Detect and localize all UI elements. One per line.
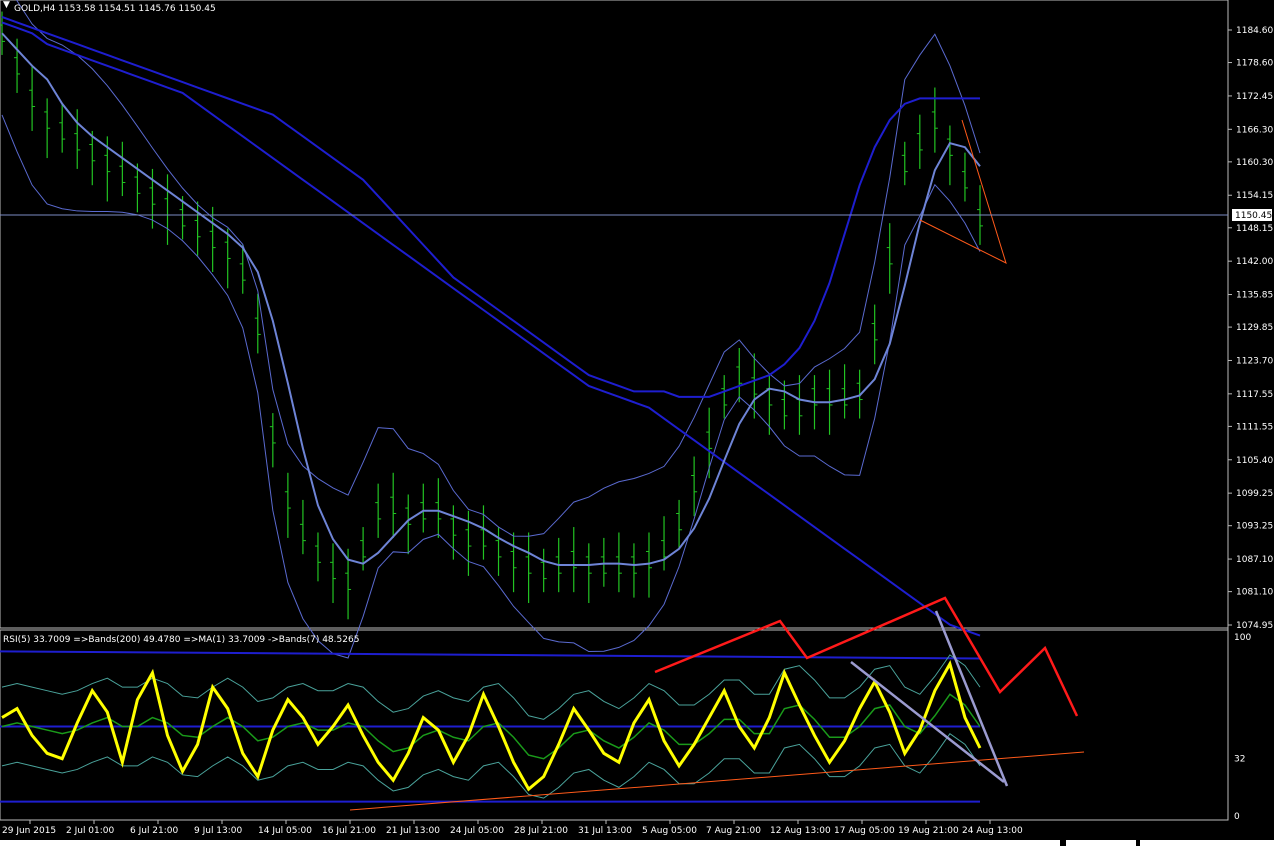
symbol-header: GOLD,H4 1153.58 1154.51 1145.76 1150.45 [14,4,216,14]
rsi-tick-label: 100 [1234,633,1251,643]
triangle-annotation [919,119,1007,264]
price-tick-label: 1105.40 [1236,456,1273,466]
price-tick-label: 1142.00 [1236,257,1273,267]
rsi-header: RSI(5) 33.7009 =>Bands(200) 49.4780 =>MA… [3,635,359,645]
moving-average-line [1,21,981,637]
price-series-layer [0,0,983,659]
time-tick-label: 2 Jul 01:00 [66,826,115,836]
time-tick-label: 17 Aug 05:00 [834,826,895,836]
rsi-tick-label: 32 [1234,755,1245,765]
price-tick-label: 1081.10 [1236,588,1273,598]
price-tick-label: 1123.70 [1236,356,1273,366]
time-tick-label: 14 Jul 05:00 [258,826,312,836]
rsi-series-layer [0,650,982,803]
time-tick-label: 7 Aug 21:00 [706,826,761,836]
time-tick-label: 28 Jul 21:00 [514,826,568,836]
time-tick-label: 24 Aug 13:00 [962,826,1023,836]
bottom-tabs-bar [0,838,1274,846]
price-tick-label: 1160.30 [1236,158,1273,168]
price-tick-label: 1111.55 [1236,422,1273,432]
time-tick-label: 16 Jul 21:00 [322,826,376,836]
price-tick-label: 1117.55 [1236,390,1273,400]
price-tick-label: 1166.30 [1236,125,1273,135]
middle-band-line [1,32,981,567]
price-tick-label: 1148.15 [1236,224,1273,234]
tab-strip-right[interactable] [1140,840,1274,846]
time-tick-label: 24 Jul 05:00 [450,826,504,836]
symbol-dropdown-icon[interactable]: ▼ [3,0,10,10]
rsi-tick-label: 0 [1234,812,1240,822]
time-tick-label: 5 Aug 05:00 [642,826,697,836]
time-tick-label: 21 Jul 13:00 [386,826,440,836]
price-tick-label: 1093.25 [1236,522,1273,532]
price-tick-label: 1172.45 [1236,92,1273,102]
price-tick-label: 1087.10 [1236,555,1273,565]
rsi-upper-band [0,650,981,660]
price-tick-label: 1154.15 [1236,191,1273,201]
time-tick-label: 12 Aug 13:00 [770,826,831,836]
current-price-label: 1150.45 [1235,211,1272,221]
trading-chart[interactable]: 1184.60 1178.60 1172.45 1166.30 1160.30 1154.… [0,0,1274,846]
time-tick-label: 6 Jul 21:00 [130,826,179,836]
price-tick-label: 1099.25 [1236,489,1273,499]
lower-band-line [1,114,981,659]
price-tick-label: 1074.95 [1236,621,1273,631]
rsi-panel [0,629,1229,821]
time-tick-label: 31 Jul 13:00 [578,826,632,836]
price-tick-label: 1129.85 [1236,323,1273,333]
price-tick-label: 1178.60 [1236,59,1273,69]
price-tick-label: 1184.60 [1236,26,1273,36]
time-tick-label: 19 Aug 21:00 [898,826,959,836]
rsi-band-lower [1,732,981,799]
tab-strip-left[interactable] [0,840,1060,846]
moving-average-line [1,16,980,398]
time-tick-label: 29 Jun 2015 [2,826,56,836]
price-tick-label: 1135.85 [1236,291,1273,301]
time-tick-label: 9 Jul 13:00 [194,826,243,836]
tab-strip-mid[interactable] [1066,840,1136,846]
